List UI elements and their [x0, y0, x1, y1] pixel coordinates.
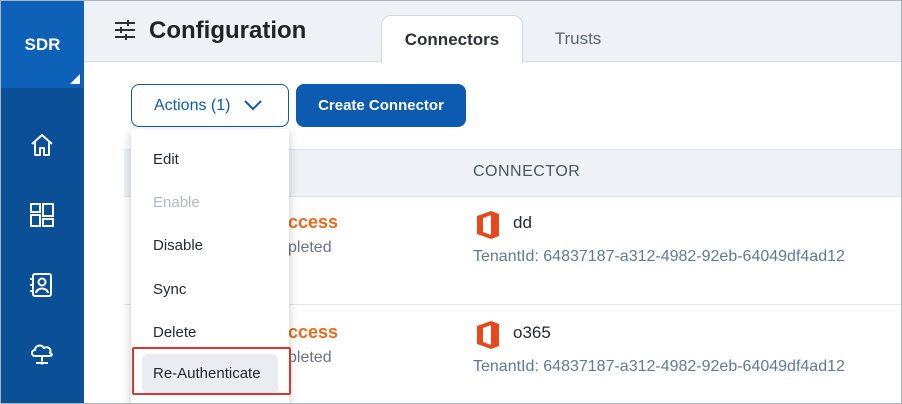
menu-item-sync[interactable]: Sync	[131, 272, 289, 308]
sliders-icon	[115, 20, 135, 40]
tenant-id: TenantId: 64837187-a312-4982-92eb-64049d…	[473, 358, 845, 375]
actions-label: Actions (1)	[154, 97, 231, 114]
row-status-detail: pleted	[288, 239, 332, 256]
brand-logo[interactable]: SDR	[1, 1, 84, 88]
menu-item-disable[interactable]: Disable	[131, 228, 289, 264]
tab-connectors[interactable]: Connectors	[381, 15, 523, 63]
highlight-annotation	[132, 347, 291, 395]
actions-dropdown-button[interactable]: Actions (1)	[131, 84, 289, 127]
dashboard-icon[interactable]	[28, 201, 56, 229]
create-connector-button[interactable]: Create Connector	[296, 84, 466, 127]
side-nav: SDR	[1, 1, 84, 403]
connector-name[interactable]: dd	[513, 213, 532, 233]
menu-item-enable: Enable	[153, 194, 200, 211]
chevron-down-icon	[244, 100, 262, 111]
row-status: ccess	[288, 212, 339, 232]
tab-trusts[interactable]: Trusts	[533, 15, 623, 63]
tenant-id: TenantId: 64837187-a312-4982-92eb-64049d…	[473, 248, 845, 265]
brand-name: SDR	[24, 35, 61, 54]
brand-corner-indicator	[70, 74, 80, 84]
menu-item-delete[interactable]: Delete	[131, 315, 289, 351]
contacts-icon[interactable]	[28, 271, 56, 299]
home-icon[interactable]	[28, 131, 56, 159]
page-title: Configuration	[149, 17, 307, 44]
column-header-connector[interactable]: CONNECTOR	[473, 163, 580, 181]
office-icon	[477, 321, 499, 349]
app-window: SDR Configuration Connectors Trusts Acti…	[0, 0, 902, 404]
row-status-detail: pleted	[288, 349, 332, 366]
connector-name[interactable]: o365	[513, 323, 551, 343]
row-status: ccess	[288, 322, 339, 342]
cloud-network-icon[interactable]	[28, 339, 56, 367]
office-icon	[477, 211, 499, 239]
menu-item-edit[interactable]: Edit	[131, 142, 289, 178]
